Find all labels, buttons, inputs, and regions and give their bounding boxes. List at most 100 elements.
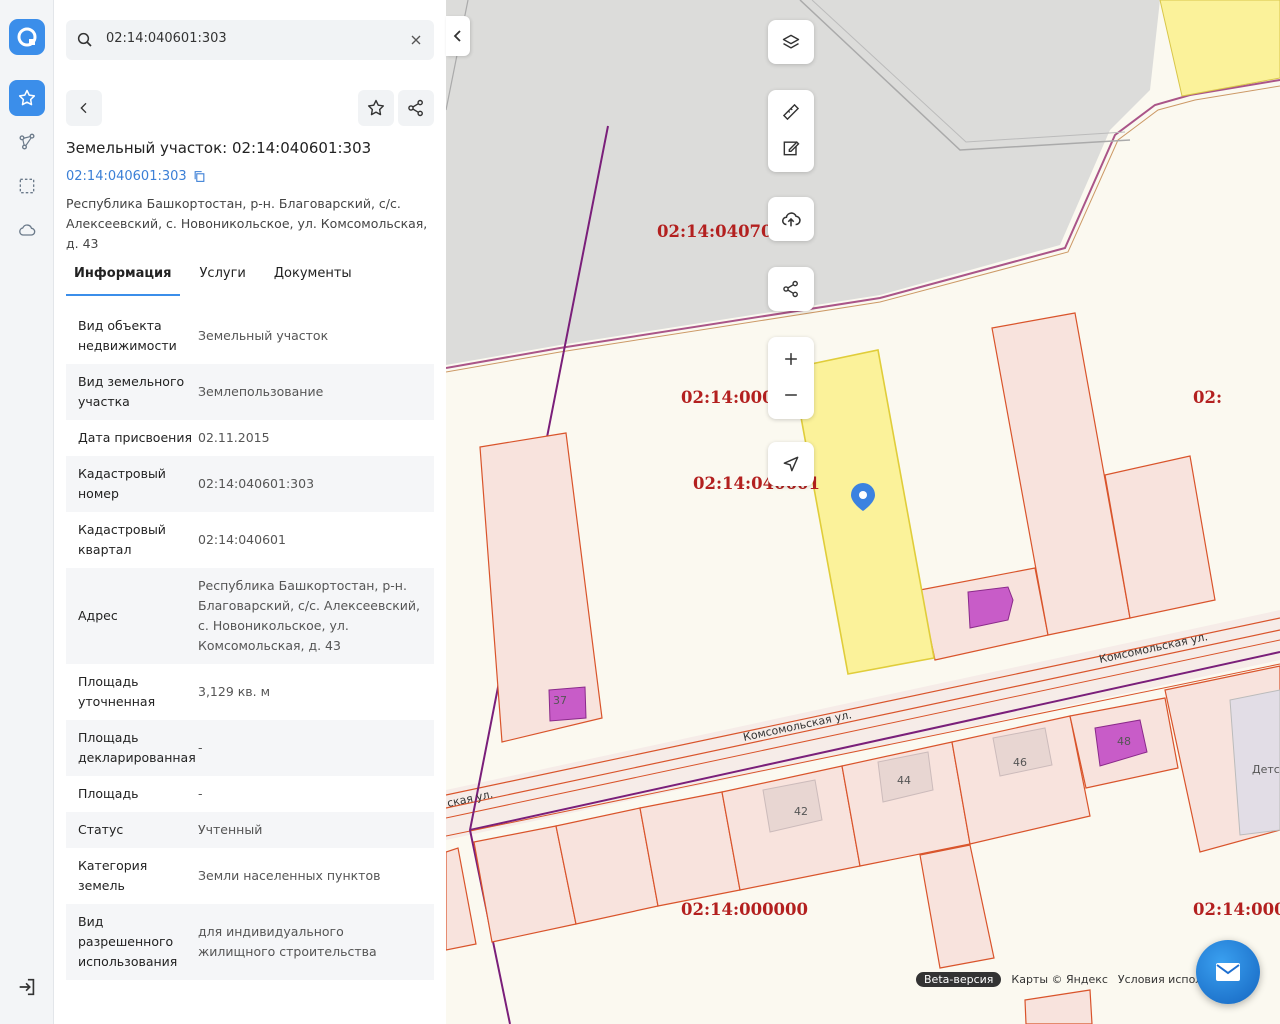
row-key: Кадастровый номер [78, 466, 166, 501]
copy-icon[interactable] [193, 170, 206, 183]
favorites-rail-button[interactable] [9, 80, 45, 116]
logout-icon [19, 978, 35, 996]
row-key: Вид объекта недвижимости [78, 318, 177, 353]
tab-documents[interactable]: Документы [266, 262, 360, 296]
envelope-icon [1216, 963, 1240, 981]
row-key: Категория земель [78, 858, 148, 893]
zoom-out-button[interactable] [781, 385, 801, 409]
table-row: Площадь - [66, 776, 434, 812]
ruler-icon [782, 103, 800, 121]
house-number: 37 [553, 694, 567, 707]
row-value: для индивидуального жилищного строительс… [198, 924, 377, 959]
map-attribution: Beta-версия Карты © Яндекс Условия испол [916, 970, 1202, 988]
close-icon[interactable] [408, 32, 424, 48]
cloud-rail-button[interactable] [9, 212, 45, 248]
edit-button[interactable] [781, 138, 801, 162]
object-title: Земельный участок: 02:14:040601:303 [66, 139, 372, 157]
house-number: 46 [1013, 756, 1027, 769]
table-row: Площадь уточненная 3,129 кв. м [66, 664, 434, 720]
row-key: Площадь декларированная [78, 730, 196, 765]
cloud-upload-icon [781, 212, 801, 227]
chevron-left-icon [453, 30, 461, 42]
quarter-label: 02: [1193, 388, 1222, 407]
layers-icon [782, 34, 800, 49]
favorite-button[interactable] [358, 90, 394, 126]
maps-copyright[interactable]: Карты © Яндекс [1011, 973, 1108, 986]
row-key: Кадастровый квартал [78, 522, 166, 557]
row-value: 02.11.2015 [198, 430, 270, 445]
table-row: Вид земельного участка Землепользование [66, 364, 434, 420]
row-key: Вид земельного участка [78, 374, 185, 409]
logout-button[interactable] [16, 976, 38, 1002]
parcel[interactable] [919, 844, 995, 969]
cadastral-number-text[interactable]: 02:14:040601:303 [66, 169, 187, 184]
row-value: Земли населенных пунктов [198, 868, 381, 883]
collapse-panel-button[interactable] [446, 16, 470, 56]
feedback-button[interactable] [1196, 940, 1260, 1004]
row-key: Вид разрешенного использования [78, 914, 178, 969]
row-value: Учтенный [198, 822, 263, 837]
map-canvas[interactable]: 02:14:040702 02:14:000000 02:14:040601 0… [446, 0, 1280, 1024]
table-row: Статус Учтенный [66, 812, 434, 848]
table-row: Адрес Республика Башкортостан, р-н. Благо… [66, 568, 434, 664]
cloud-icon [19, 224, 36, 236]
search-icon [77, 32, 92, 47]
table-row: Категория земель Земли населенных пунктов [66, 848, 434, 904]
row-key: Статус [78, 822, 124, 837]
yellow-area [1159, 0, 1280, 97]
map-view[interactable]: 02:14:040702 02:14:000000 02:14:040601 0… [446, 0, 1280, 1024]
object-address: Республика Башкортостан, р-н. Благоварск… [66, 196, 428, 251]
draw-tools-group [768, 90, 814, 172]
house-number: 48 [1117, 735, 1131, 748]
terms-link[interactable]: Условия испол [1118, 973, 1202, 986]
row-value: 3,129 кв. м [198, 684, 271, 699]
info-tabs: Информация Услуги Документы [66, 262, 434, 296]
row-value: Землепользование [198, 384, 324, 399]
table-row: Кадастровый номер 02:14:040601:303 [66, 456, 434, 512]
nodes-icon [19, 133, 35, 150]
table-row: Дата присвоения 02.11.2015 [66, 420, 434, 456]
row-value: 02:14:040601 [198, 532, 286, 547]
parcel[interactable] [446, 847, 477, 951]
row-key: Площадь уточненная [78, 674, 156, 709]
route-rail-button[interactable] [9, 124, 45, 160]
row-key: Адрес [78, 608, 118, 623]
dashed-square-icon [19, 178, 35, 194]
row-value: Республика Башкортостан, р-н. Благоварск… [198, 578, 420, 653]
upload-button[interactable] [768, 197, 814, 241]
zoom-group [768, 337, 814, 419]
chevron-left-icon [80, 102, 87, 114]
navigation-arrow-icon [783, 456, 799, 472]
parcel[interactable] [1024, 989, 1093, 1024]
tab-services[interactable]: Услуги [192, 262, 254, 296]
row-key: Дата присвоения [78, 430, 192, 445]
table-row: Вид разрешенного использования для индиви… [66, 904, 434, 980]
ruler-button[interactable] [781, 102, 801, 126]
search-input[interactable]: 02:14:040601:303 [106, 31, 227, 46]
info-table: Вид объекта недвижимости Земельный участо… [66, 308, 434, 980]
share-icon [783, 280, 798, 298]
share-icon [408, 99, 423, 117]
house-number: 42 [794, 805, 808, 818]
minus-icon [785, 394, 797, 396]
tab-information[interactable]: Информация [66, 262, 180, 296]
house-number: 44 [897, 774, 911, 787]
share-button[interactable] [398, 90, 434, 126]
row-key: Площадь [78, 786, 139, 801]
map-share-button[interactable] [768, 267, 814, 311]
search-box[interactable]: 02:14:040601:303 [66, 20, 434, 60]
select-area-rail-button[interactable] [9, 168, 45, 204]
cadastral-number-link[interactable]: 02:14:040601:303 [66, 169, 206, 184]
star-icon [18, 89, 36, 106]
locate-button[interactable] [768, 442, 814, 486]
row-value: - [198, 786, 203, 801]
layers-button[interactable] [768, 20, 814, 64]
quarter-label: 02:14:000000 [1193, 900, 1280, 919]
zoom-in-button[interactable] [781, 349, 801, 373]
row-value: - [198, 740, 203, 755]
app-logo[interactable] [9, 19, 45, 55]
left-rail [0, 0, 54, 1024]
beta-badge[interactable]: Beta-версия [916, 971, 1002, 987]
back-button[interactable] [66, 90, 102, 126]
row-value: Земельный участок [198, 328, 329, 343]
